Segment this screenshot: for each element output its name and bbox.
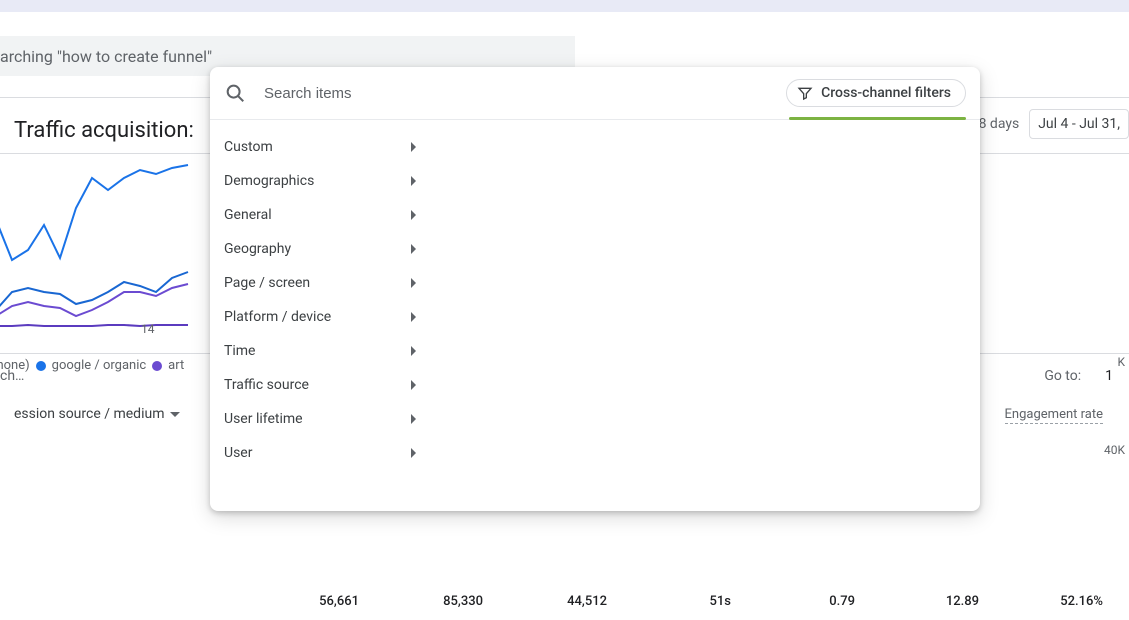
search-hint-text: arching "how to create funnel" (0, 47, 212, 66)
menu-item-custom[interactable]: Custom (210, 130, 440, 164)
cell-value: 0.79 (743, 594, 867, 609)
column-header[interactable]: Engagement rate (991, 406, 1115, 441)
menu-item-label: Demographics (224, 173, 314, 189)
chevron-right-icon (411, 346, 416, 356)
chevron-right-icon (411, 244, 416, 254)
line-chart: 14 (0, 160, 206, 350)
menu-item-label: Page / screen (224, 275, 310, 291)
chevron-right-icon (411, 278, 416, 288)
menu-item-label: User lifetime (224, 411, 303, 427)
cell-value: 52.16% (991, 594, 1115, 609)
goto-label: Go to: (1044, 368, 1081, 384)
dimension-label: ession source / medium (14, 406, 164, 422)
menu-item-time[interactable]: Time (210, 334, 440, 368)
menu-item-label: Traffic source (224, 377, 309, 393)
menu-item-label: General (224, 207, 272, 223)
date-range-picker[interactable]: Jul 4 - Jul 31, (1029, 109, 1129, 139)
cross-channel-filters-label: Cross-channel filters (821, 85, 951, 101)
table-row: 56,661 85,330 44,512 51s 0.79 12.89 52.1… (0, 590, 1129, 613)
chevron-right-icon (411, 176, 416, 186)
menu-item-traffic-source[interactable]: Traffic source (210, 368, 440, 402)
cell-value: 44,512 (495, 594, 619, 609)
annotation-underline (789, 117, 966, 120)
menu-item-label: Geography (224, 241, 291, 257)
date-range-text: Jul 4 - Jul 31, (1038, 116, 1120, 132)
search-table-placeholder[interactable]: ch… (0, 368, 24, 384)
dimension-dropdown[interactable]: ession source / medium (14, 406, 180, 422)
menu-item-page-screen[interactable]: Page / screen (210, 266, 440, 300)
cell-value: 56,661 (247, 594, 371, 609)
dimension-picker-popover: Cross-channel filters Custom Demographics… (210, 67, 980, 511)
menu-item-user[interactable]: User (210, 436, 440, 470)
menu-item-general[interactable]: General (210, 198, 440, 232)
chevron-right-icon (411, 142, 416, 152)
search-items-input[interactable] (264, 85, 786, 102)
chevron-down-icon (170, 412, 180, 417)
chevron-right-icon (411, 448, 416, 458)
cell-value: 85,330 (371, 594, 495, 609)
menu-item-label: Platform / device (224, 309, 331, 325)
cross-channel-filters-button[interactable]: Cross-channel filters (786, 79, 966, 107)
chevron-right-icon (411, 312, 416, 322)
chevron-right-icon (411, 210, 416, 220)
menu-item-platform-device[interactable]: Platform / device (210, 300, 440, 334)
cell-value: 51s (619, 594, 743, 609)
menu-item-demographics[interactable]: Demographics (210, 164, 440, 198)
menu-item-label: Time (224, 343, 255, 359)
report-title: Traffic acquisition: (14, 118, 194, 143)
goto-page-input[interactable]: 1 (1099, 366, 1119, 386)
menu-item-geography[interactable]: Geography (210, 232, 440, 266)
filter-icon (797, 85, 813, 101)
chart-x-tick: 14 (141, 322, 155, 336)
menu-item-label: User (224, 445, 252, 461)
menu-item-user-lifetime[interactable]: User lifetime (210, 402, 440, 436)
menu-item-label: Custom (224, 139, 273, 155)
search-icon (224, 82, 246, 104)
chevron-right-icon (411, 380, 416, 390)
cell-value: 12.89 (867, 594, 991, 609)
chevron-right-icon (411, 414, 416, 424)
